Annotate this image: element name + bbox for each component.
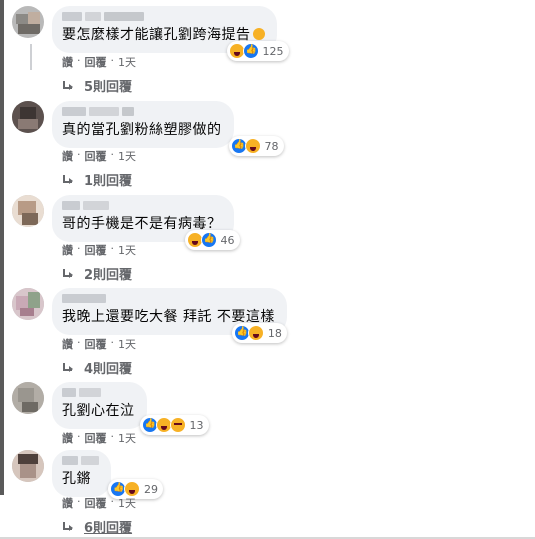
author-name-blurred[interactable]: [62, 201, 222, 211]
reaction-count: 13: [189, 418, 204, 432]
window-edge: [0, 0, 4, 495]
view-replies-link[interactable]: 2則回覆: [62, 264, 132, 283]
replies-count-label: 1則回覆: [84, 174, 133, 189]
comment-bubble: 真的當孔劉粉絲塑膠做的 78: [52, 101, 284, 156]
like-link[interactable]: 讚: [62, 430, 73, 446]
comment-actions: 讚 · 回覆 · 1天: [62, 495, 136, 511]
avatar-pixel: [18, 24, 40, 34]
like-link[interactable]: 讚: [62, 242, 73, 258]
comment-actions: 讚 · 回覆 · 1天: [62, 54, 136, 70]
author-name-blurred[interactable]: [62, 388, 135, 398]
reply-link[interactable]: 回覆: [85, 336, 107, 352]
reaction-count: 18: [267, 326, 282, 340]
view-replies-link[interactable]: 5則回覆: [62, 76, 132, 95]
reaction-summary[interactable]: 78: [228, 136, 284, 156]
avatar-pixel: [18, 388, 34, 402]
reply-link[interactable]: 回覆: [85, 430, 107, 446]
avatar-pixel: [28, 292, 40, 308]
haha-icon: [247, 325, 264, 341]
avatar-pixel: [18, 454, 38, 464]
avatar-pixel: [22, 402, 38, 412]
view-replies-link[interactable]: 1則回覆: [62, 170, 132, 189]
reply-arrow-icon: [62, 521, 74, 532]
reply-arrow-icon: [62, 268, 74, 279]
reaction-count: 78: [264, 139, 279, 153]
avatar[interactable]: [12, 382, 44, 414]
reply-link[interactable]: 回覆: [85, 148, 107, 164]
like-icon: [242, 43, 259, 59]
reply-link[interactable]: 回覆: [85, 495, 107, 511]
comment-actions: 讚 · 回覆 · 1天: [62, 242, 136, 258]
view-replies-link[interactable]: 6則回覆: [62, 517, 132, 536]
timestamp[interactable]: 1天: [118, 430, 136, 446]
view-replies-link[interactable]: 4則回覆: [62, 358, 132, 377]
comment-bubble: 要怎麼樣才能讓孔劉跨海提告 125: [52, 6, 289, 61]
reaction-count: 46: [220, 233, 235, 247]
comment-text: 孔鏘: [62, 471, 91, 487]
avatar[interactable]: [12, 6, 44, 38]
comment-text: 真的當孔劉粉絲塑膠做的: [62, 122, 222, 138]
comment-actions: 讚 · 回覆 · 1天: [62, 430, 136, 446]
reaction-summary[interactable]: 125: [226, 41, 289, 61]
timestamp[interactable]: 1天: [118, 242, 136, 258]
replies-count-label: 6則回覆: [84, 521, 133, 536]
like-link[interactable]: 讚: [62, 336, 73, 352]
reply-arrow-icon: [62, 80, 74, 91]
author-name-blurred[interactable]: [62, 456, 99, 466]
avatar-pixel: [20, 464, 36, 478]
reply-link[interactable]: 回覆: [85, 54, 107, 70]
reaction-summary[interactable]: 46: [184, 230, 240, 250]
author-name-blurred[interactable]: [62, 107, 222, 117]
replies-count-label: 2則回覆: [84, 268, 133, 283]
reply-arrow-icon: [62, 174, 74, 185]
comment-bubble: 孔鏘 29: [52, 450, 163, 499]
avatar[interactable]: [12, 288, 44, 320]
haha-icon: [244, 138, 261, 154]
comment-bubble: 哥的手機是不是有病毒？ 46: [52, 195, 240, 250]
reaction-count: 125: [262, 44, 284, 58]
like-link[interactable]: 讚: [62, 54, 73, 70]
sad-icon: [169, 417, 186, 433]
sweat-smile-emoji-icon: [252, 28, 265, 40]
reaction-summary[interactable]: 18: [231, 323, 287, 343]
thread-rail: [30, 44, 32, 70]
reply-arrow-icon: [62, 362, 74, 373]
avatar-pixel: [22, 213, 38, 225]
avatar-pixel: [16, 14, 28, 24]
avatar[interactable]: [12, 101, 44, 133]
timestamp[interactable]: 1天: [118, 148, 136, 164]
avatar[interactable]: [12, 450, 44, 482]
comment-text: 孔劉心在泣: [62, 403, 135, 419]
like-link[interactable]: 讚: [62, 148, 73, 164]
comment-actions: 讚 · 回覆 · 1天: [62, 148, 136, 164]
comment-actions: 讚 · 回覆 · 1天: [62, 336, 136, 352]
timestamp[interactable]: 1天: [118, 54, 136, 70]
comment-bubble: 我晚上還要吃大餐 拜託 不要這樣 18: [52, 288, 287, 343]
like-icon: [200, 232, 217, 248]
reply-link[interactable]: 回覆: [85, 242, 107, 258]
avatar[interactable]: [12, 195, 44, 227]
reaction-summary[interactable]: 13: [139, 415, 209, 435]
avatar-pixel: [28, 12, 40, 24]
avatar-pixel: [20, 308, 34, 316]
comment-text: 要怎麼樣才能讓孔劉跨海提告: [62, 27, 251, 43]
comment-bubble: 孔劉心在泣 13: [52, 382, 209, 435]
timestamp[interactable]: 1天: [118, 336, 136, 352]
like-link[interactable]: 讚: [62, 495, 73, 511]
avatar-pixel: [18, 119, 38, 129]
reaction-count: 29: [144, 482, 158, 496]
replies-count-label: 5則回覆: [84, 80, 133, 95]
replies-count-label: 4則回覆: [84, 362, 133, 377]
timestamp[interactable]: 1天: [118, 495, 136, 511]
author-name-blurred[interactable]: [62, 12, 265, 22]
author-name-blurred[interactable]: [62, 294, 275, 304]
